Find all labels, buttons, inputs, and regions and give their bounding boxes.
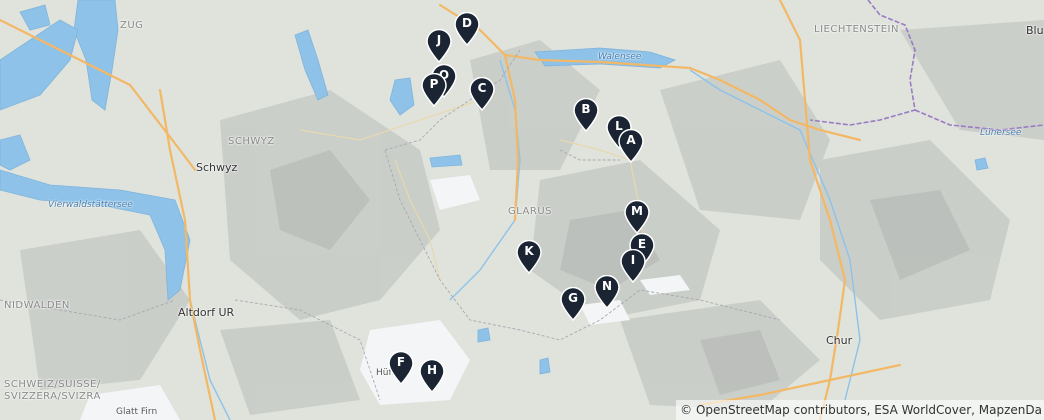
marker-label: D [462,16,472,30]
label-switzerland-line1: SCHWEIZ/SUISSE/ [4,379,101,390]
label-nidwalden: NIDWALDEN [4,300,70,311]
map-canvas[interactable]: ZUG LIECHTENSTEIN Blu Walensee SCHWYZ Sc… [0,0,1044,420]
label-blu: Blu [1026,24,1044,37]
label-vierwaldstaettersee: Vierwaldstättersee [48,200,133,210]
label-zug: ZUG [120,20,144,31]
label-switzerland-line2: SVIZZERA/SVIZRA [4,391,101,402]
label-liechtenstein: LIECHTENSTEIN [814,24,899,35]
marker-label: I [630,253,636,267]
map-marker-j[interactable]: J [426,29,452,63]
map-marker-g[interactable]: G [560,287,586,321]
map-marker-b[interactable]: B [573,98,599,132]
map-marker-p[interactable]: P [421,73,447,107]
map-marker-d[interactable]: D [454,12,480,46]
map-marker-a[interactable]: A [618,129,644,163]
marker-label: C [477,81,487,95]
map-marker-m[interactable]: M [624,200,650,234]
marker-label: N [601,279,613,293]
map-marker-h[interactable]: H [419,359,445,393]
map-marker-i[interactable]: I [620,249,646,283]
map-marker-f[interactable]: F [388,351,414,385]
label-glarus: GLARUS [508,206,553,217]
marker-label: J [436,33,442,47]
map-marker-c[interactable]: C [469,77,495,111]
map-marker-n[interactable]: N [594,275,620,309]
marker-label: G [568,291,578,305]
marker-label: H [426,363,438,377]
label-chur: Chur [826,334,853,347]
marker-label: M [631,204,643,218]
map-attribution[interactable]: © OpenStreetMap contributors, ESA WorldC… [676,400,1044,420]
marker-label: F [396,355,406,369]
label-walensee: Walensee [598,52,642,62]
label-luenersee: Lünersee [980,128,1022,138]
label-altdorf: Altdorf UR [178,306,235,319]
label-schwyz: Schwyz [196,161,238,174]
marker-label: P [429,77,439,91]
marker-label: K [524,244,534,258]
map-marker-k[interactable]: K [516,240,542,274]
marker-label: A [626,133,636,147]
label-glatt-firn: Glatt Firn [116,407,158,417]
marker-label: B [581,102,591,116]
label-schwyz-region: SCHWYZ [228,136,275,147]
